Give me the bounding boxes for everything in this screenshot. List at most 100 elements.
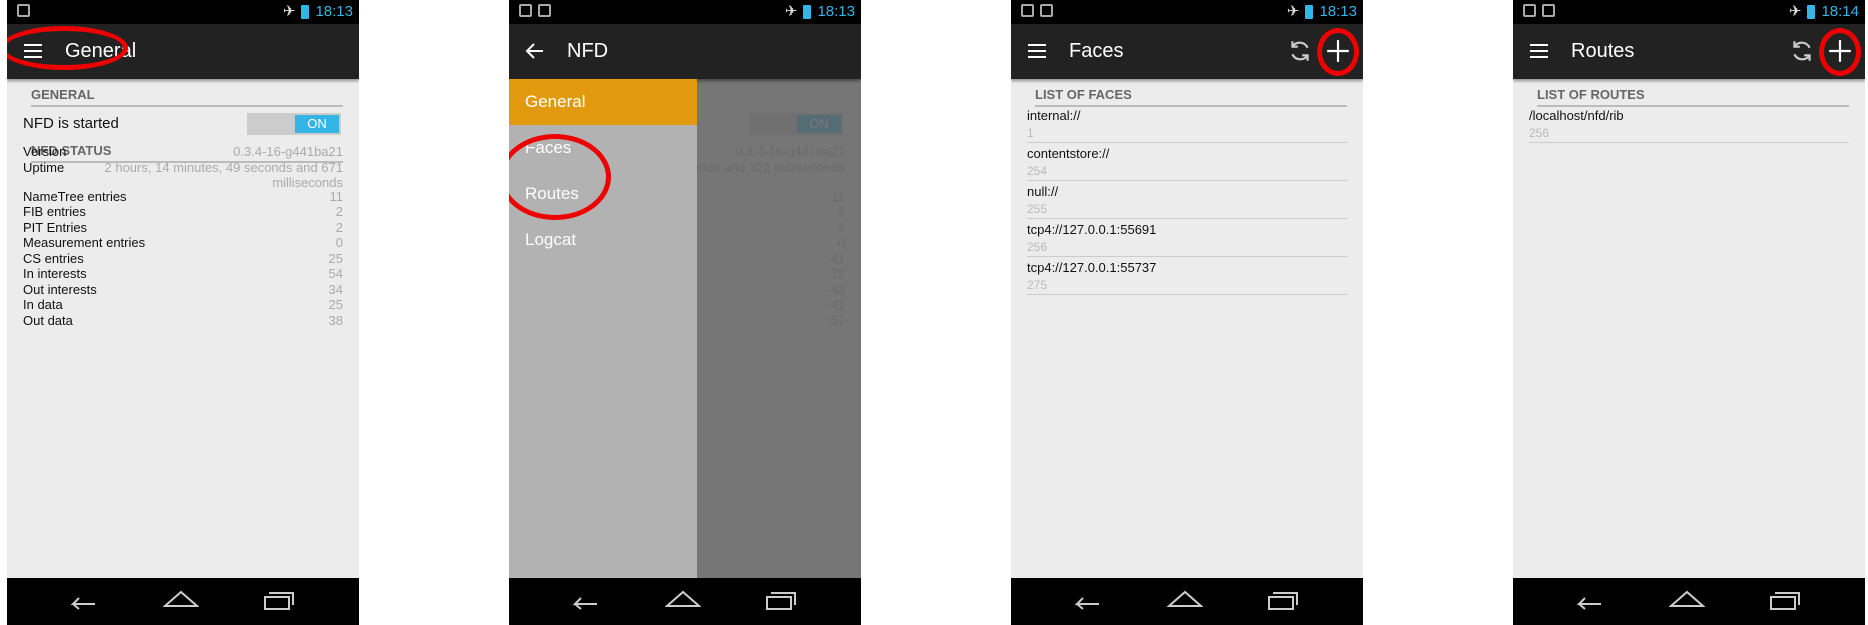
battery-icon bbox=[1305, 4, 1314, 19]
system-nav-bar bbox=[7, 578, 359, 625]
status-label: NameTree entries bbox=[23, 188, 127, 204]
face-list-item-title: contentstore:// bbox=[1027, 146, 1110, 161]
face-list-item-subtitle: 254 bbox=[1027, 164, 1048, 178]
nav-back-icon[interactable] bbox=[65, 588, 101, 612]
status-bar: ✈ 18:13 bbox=[7, 0, 359, 24]
menu-icon[interactable] bbox=[1025, 39, 1049, 63]
status-label: CS entries bbox=[23, 250, 84, 266]
notification-icon bbox=[1542, 4, 1555, 17]
drawer-item-general[interactable]: General bbox=[509, 79, 697, 125]
face-list-item[interactable]: contentstore:// 254 bbox=[1027, 143, 1347, 181]
airplane-icon: ✈ bbox=[1286, 2, 1300, 20]
phone-screen-drawer: ✈ 18:13 NFD ON Version0.3.4-16-g441ba21U… bbox=[509, 0, 861, 625]
notification-icon bbox=[538, 4, 551, 17]
face-list-item-subtitle: 255 bbox=[1027, 202, 1048, 216]
status-row: FIB entries 2 bbox=[23, 204, 343, 219]
nav-back-icon[interactable] bbox=[1069, 588, 1105, 612]
nav-back-icon[interactable] bbox=[567, 588, 603, 612]
status-row: NameTree entries 11 bbox=[23, 189, 343, 204]
status-row: Version 0.3.4-16-g441ba21 bbox=[23, 144, 343, 159]
status-value: 25 bbox=[328, 297, 343, 312]
status-row: Measurement entries 0 bbox=[23, 235, 343, 250]
status-label: In data bbox=[23, 297, 63, 312]
battery-icon bbox=[803, 4, 812, 19]
status-row: In interests 54 bbox=[23, 266, 343, 281]
status-value: 0 bbox=[335, 235, 343, 250]
status-value: 2 bbox=[335, 219, 343, 235]
status-row: PIT Entries 2 bbox=[23, 220, 343, 235]
toggle-on-label: ON bbox=[295, 115, 339, 133]
page-title: Faces bbox=[1069, 40, 1124, 62]
status-label: Version bbox=[23, 144, 67, 159]
nav-back-icon[interactable] bbox=[1571, 588, 1607, 612]
picture-icon bbox=[519, 4, 532, 17]
nav-recents-icon[interactable] bbox=[1265, 588, 1301, 612]
status-label: Measurement entries bbox=[23, 235, 146, 250]
status-row: In data 25 bbox=[23, 297, 343, 312]
clock: 18:14 bbox=[1821, 3, 1859, 20]
status-bar: ✈ 18:13 bbox=[1011, 0, 1363, 24]
general-content: GENERAL NFD is started ON NFD STATUS Ver… bbox=[7, 79, 359, 578]
status-label: Out data bbox=[23, 312, 73, 328]
face-list-item-title: null:// bbox=[1027, 184, 1059, 199]
highlight-ring-add bbox=[1819, 28, 1861, 76]
page-title: NFD bbox=[567, 40, 609, 62]
drawer-item-label: General bbox=[525, 92, 586, 111]
nav-home-icon[interactable] bbox=[665, 588, 701, 612]
route-list-item[interactable]: /localhost/nfd/rib 256 bbox=[1529, 105, 1849, 143]
notification-icon bbox=[17, 4, 30, 17]
airplane-icon: ✈ bbox=[1788, 2, 1802, 20]
drawer-item-logcat[interactable]: Logcat bbox=[509, 217, 697, 263]
app-bar: Routes bbox=[1513, 24, 1865, 79]
nav-home-icon[interactable] bbox=[1167, 588, 1203, 612]
face-list-item-title: internal:// bbox=[1027, 108, 1081, 123]
phone-screen-faces: ✈ 18:13 Faces LIST OF FACES internal:// 1… bbox=[1011, 0, 1363, 625]
status-row: Out interests 34 bbox=[23, 282, 343, 297]
picture-icon bbox=[1021, 4, 1034, 17]
face-list-item-title: tcp4://127.0.0.1:55691 bbox=[1027, 222, 1157, 237]
clock: 18:13 bbox=[817, 3, 855, 20]
refresh-icon[interactable] bbox=[1287, 38, 1313, 64]
status-row: Out data 38 bbox=[23, 313, 343, 328]
nav-recents-icon[interactable] bbox=[1767, 588, 1803, 612]
clock: 18:13 bbox=[1319, 3, 1357, 20]
route-list-item-subtitle: 256 bbox=[1529, 126, 1550, 140]
face-list-item[interactable]: tcp4://127.0.0.1:55691 256 bbox=[1027, 219, 1347, 257]
status-value: 2 bbox=[335, 204, 343, 219]
nfd-toggle[interactable]: ON bbox=[247, 113, 341, 135]
system-nav-bar bbox=[509, 578, 861, 625]
face-list-item-subtitle: 275 bbox=[1027, 278, 1048, 292]
airplane-icon: ✈ bbox=[784, 2, 798, 20]
status-label: Out interests bbox=[23, 281, 97, 297]
face-list-item-subtitle: 1 bbox=[1027, 126, 1034, 140]
face-list-item[interactable]: tcp4://127.0.0.1:55737 275 bbox=[1027, 257, 1347, 295]
app-bar: NFD bbox=[509, 24, 861, 79]
status-row: CS entries 25 bbox=[23, 251, 343, 266]
nav-recents-icon[interactable] bbox=[261, 588, 297, 612]
face-list-item-subtitle: 256 bbox=[1027, 240, 1048, 254]
nav-recents-icon[interactable] bbox=[763, 588, 799, 612]
status-label: Uptime bbox=[23, 159, 65, 175]
menu-icon[interactable] bbox=[1527, 39, 1551, 63]
battery-icon bbox=[301, 4, 310, 19]
highlight-ring-add bbox=[1317, 28, 1359, 76]
nav-home-icon[interactable] bbox=[163, 588, 199, 612]
status-value: 25 bbox=[328, 250, 343, 266]
status-value: 2 hours, 14 minutes, 49 seconds and 671 … bbox=[104, 159, 344, 190]
refresh-icon[interactable] bbox=[1789, 38, 1815, 64]
status-value: 54 bbox=[328, 266, 343, 281]
status-value: 0.3.4-16-g441ba21 bbox=[233, 144, 343, 159]
status-value: 38 bbox=[328, 312, 343, 328]
route-list-item-title: /localhost/nfd/rib bbox=[1529, 108, 1624, 123]
face-list-item[interactable]: null:// 255 bbox=[1027, 181, 1347, 219]
phone-screen-routes: ✈ 18:14 Routes LIST OF ROUTES /localhost… bbox=[1513, 0, 1865, 625]
status-bar: ✈ 18:13 bbox=[509, 0, 861, 24]
back-icon[interactable] bbox=[523, 39, 547, 63]
notification-icon bbox=[1040, 4, 1053, 17]
status-row: Uptime 2 hours, 14 minutes, 49 seconds an… bbox=[23, 159, 343, 190]
status-bar: ✈ 18:14 bbox=[1513, 0, 1865, 24]
app-bar: Faces bbox=[1011, 24, 1363, 79]
nav-home-icon[interactable] bbox=[1669, 588, 1705, 612]
system-nav-bar bbox=[1011, 578, 1363, 625]
face-list-item[interactable]: internal:// 1 bbox=[1027, 105, 1347, 143]
